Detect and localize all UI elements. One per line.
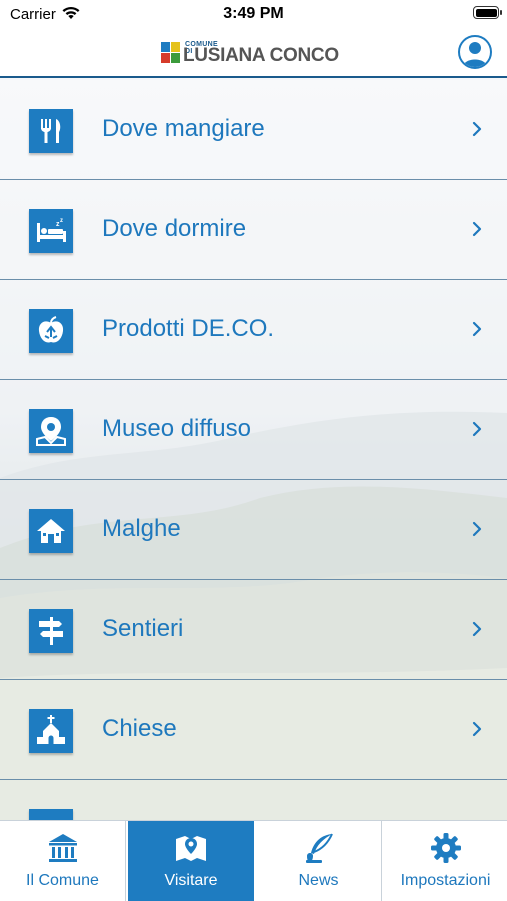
menu-item-partial[interactable] (0, 780, 507, 853)
status-bar: Carrier 3:49 PM (0, 0, 507, 30)
bed-icon: z z (29, 209, 73, 253)
menu-item-label: Dove mangiare (102, 115, 265, 142)
menu-item-museo-diffuso[interactable]: Museo diffuso (0, 380, 507, 480)
chevron-right-icon (472, 521, 482, 537)
menu-item-chiese[interactable]: Chiese (0, 680, 507, 780)
menu-item-label: Sentieri (102, 615, 184, 642)
chevron-right-icon (472, 421, 482, 437)
visit-menu: Dove mangiare z z Dove dormire Prodotti … (0, 80, 507, 853)
menu-item-sentieri[interactable]: Sentieri (0, 580, 507, 680)
institution-icon (48, 834, 77, 862)
tab-news[interactable]: News (256, 821, 382, 901)
logo-title: LUSIANA CONCO (183, 45, 339, 66)
quill-icon (305, 833, 333, 863)
menu-item-label: Prodotti DE.CO. (102, 315, 275, 342)
chevron-right-icon (472, 721, 482, 737)
tab-label: Visitare (164, 872, 218, 889)
apple-recycle-icon (29, 309, 73, 353)
battery-icon (473, 6, 502, 19)
menu-item-prodotti-deco[interactable]: Prodotti DE.CO. (0, 280, 507, 380)
chevron-right-icon (472, 221, 482, 237)
app-header: COMUNE DI LUSIANA CONCO (0, 30, 507, 78)
menu-item-dove-dormire[interactable]: z z Dove dormire (0, 180, 507, 280)
crest-icon (161, 42, 180, 63)
menu-item-label: Chiese (102, 715, 177, 742)
menu-item-malghe[interactable]: Malghe (0, 480, 507, 580)
chevron-right-icon (472, 621, 482, 637)
clock: 3:49 PM (223, 5, 284, 22)
signpost-icon (29, 609, 73, 653)
map-icon (176, 836, 206, 861)
cutlery-icon (29, 109, 73, 153)
menu-item-label: Museo diffuso (102, 415, 251, 442)
church-icon (29, 709, 73, 753)
tab-il-comune[interactable]: Il Comune (0, 821, 126, 901)
menu-item-label: Dove dormire (102, 215, 247, 242)
tab-label: Impostazioni (400, 872, 491, 889)
house-icon (29, 509, 73, 553)
chevron-right-icon (472, 121, 482, 137)
chevron-right-icon (472, 321, 482, 337)
tab-visitare[interactable]: Visitare (128, 821, 254, 901)
tab-label: Il Comune (26, 872, 99, 889)
gear-icon (430, 833, 461, 863)
tab-bar: Il Comune Visitare News Impostazioni (0, 820, 507, 901)
tab-impostazioni[interactable]: Impostazioni (384, 821, 507, 901)
menu-item-label: Malghe (102, 515, 181, 542)
tab-label: News (298, 872, 339, 889)
map-pin-icon (29, 409, 73, 453)
user-icon[interactable] (458, 35, 492, 69)
menu-item-dove-mangiare[interactable]: Dove mangiare (0, 80, 507, 180)
svg-text:z: z (60, 218, 63, 224)
